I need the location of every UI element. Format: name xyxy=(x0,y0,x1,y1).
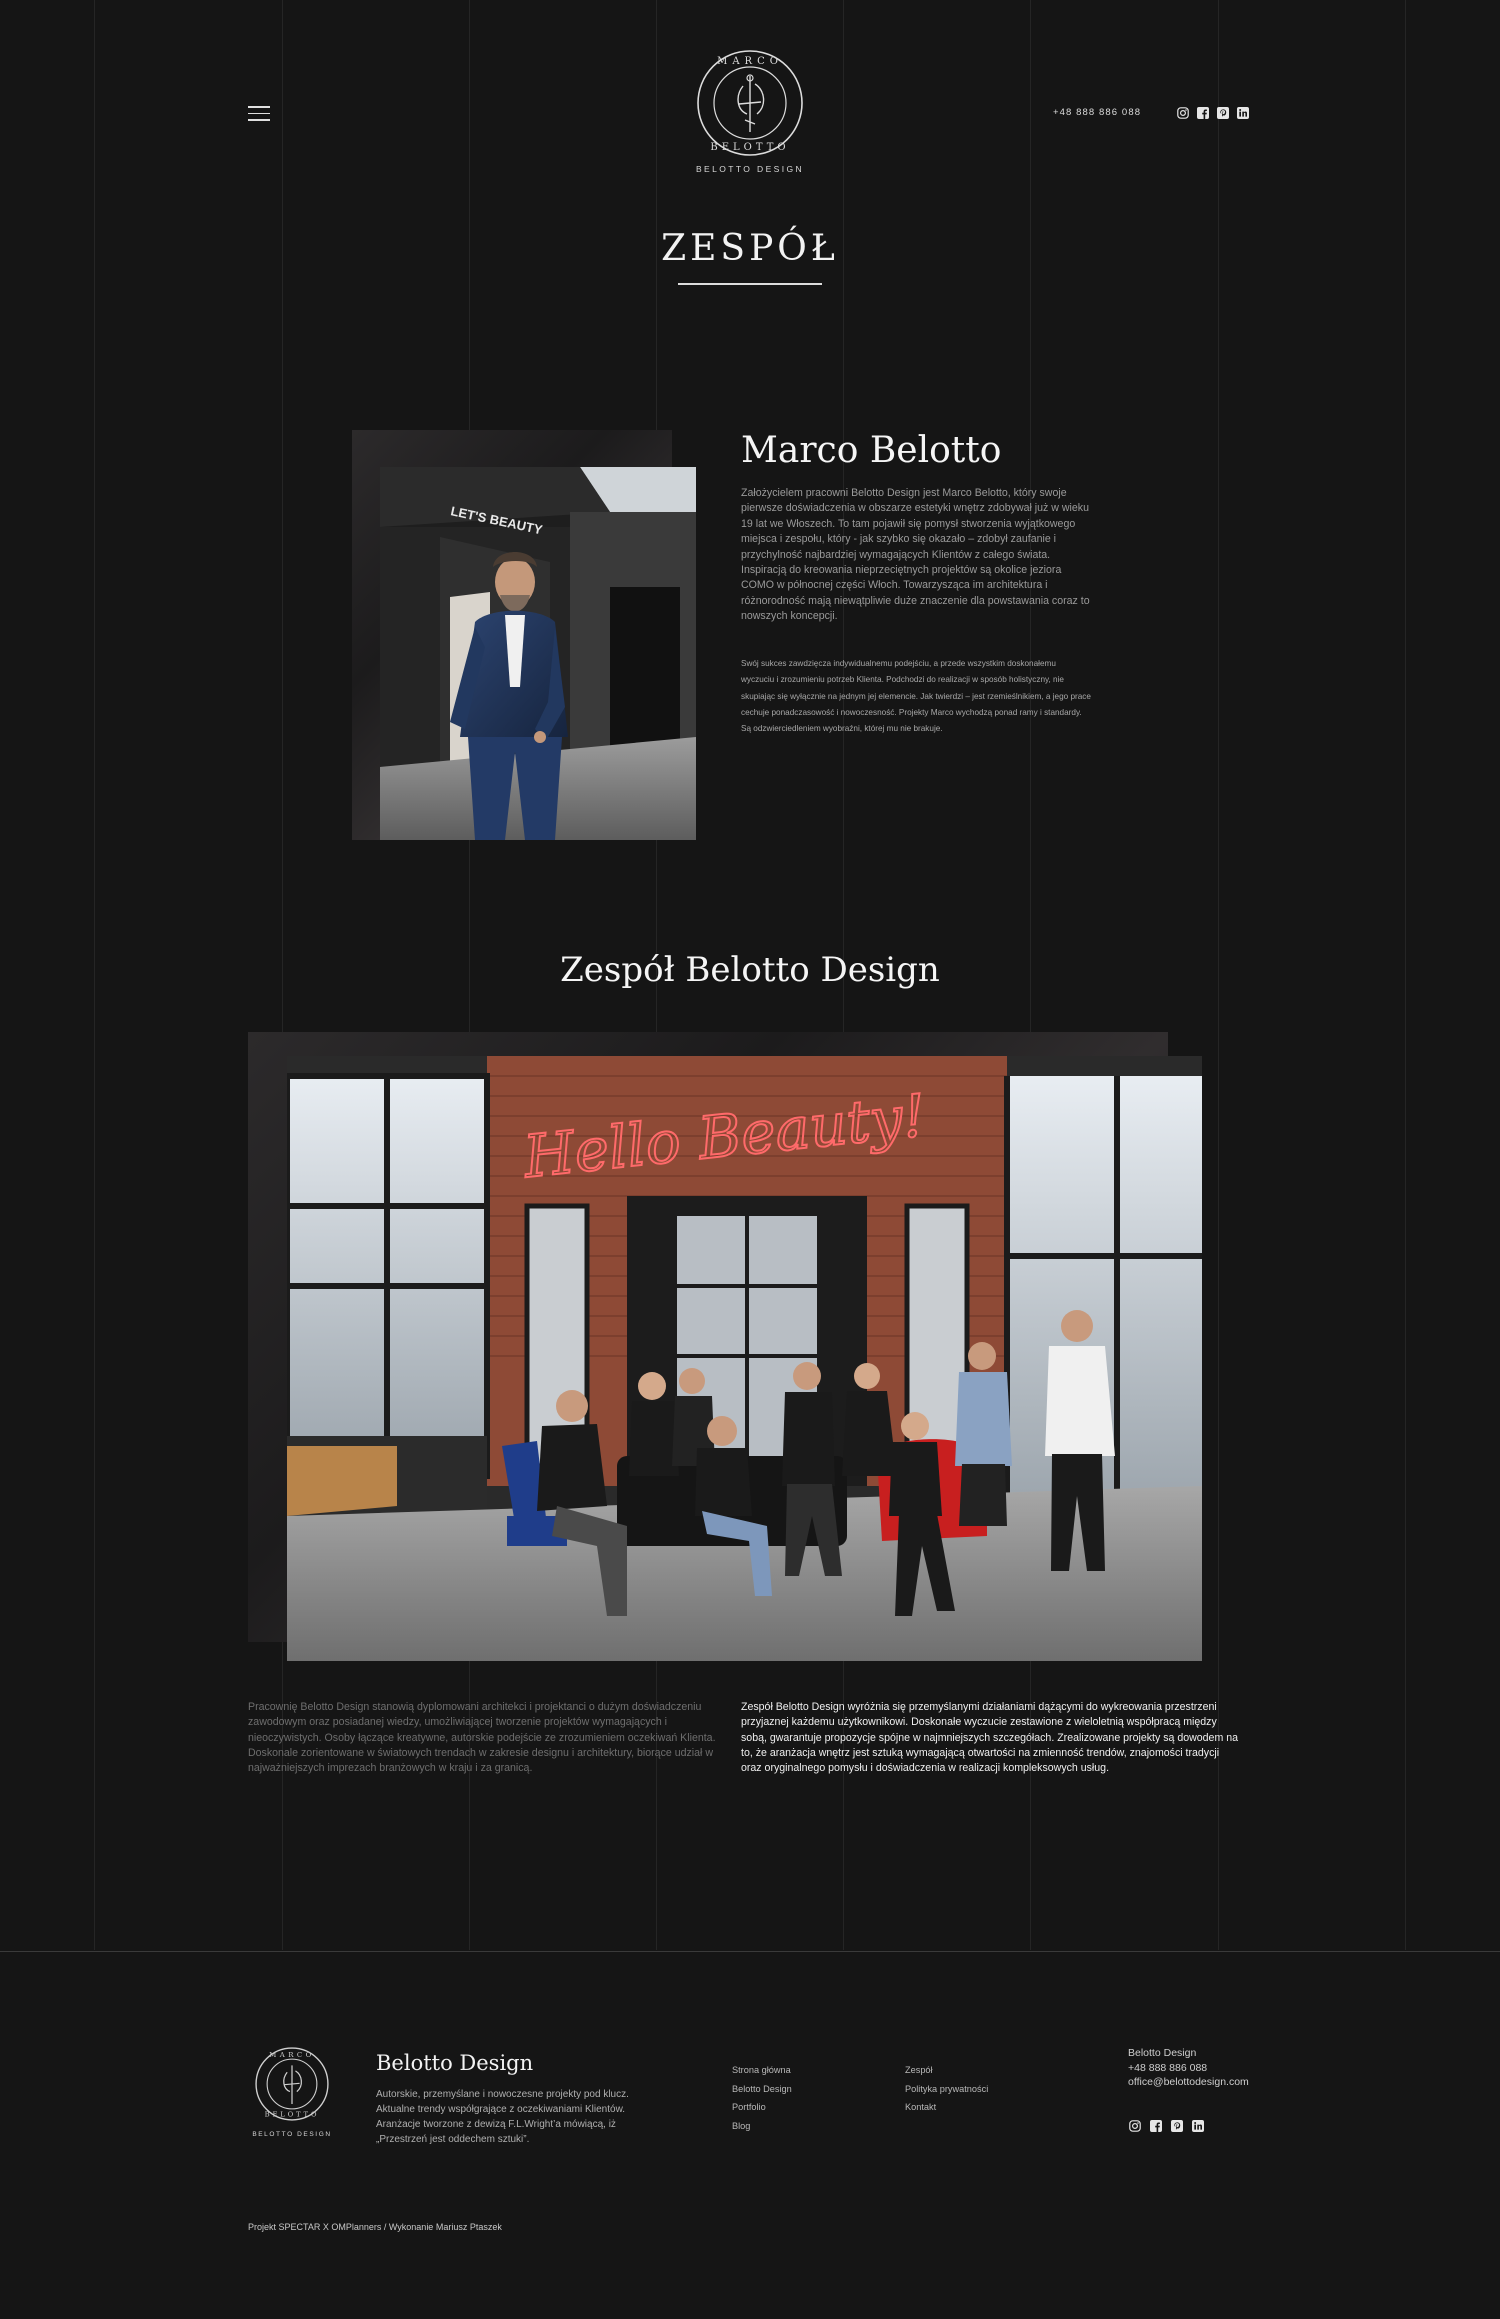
marco-heading: Marco Belotto xyxy=(741,430,1002,471)
footer-logo[interactable]: MARCO BELOTTO BELOTTO DESIGN xyxy=(252,2046,332,2138)
facebook-icon[interactable] xyxy=(1149,2119,1162,2132)
pinterest-icon[interactable] xyxy=(1170,2119,1183,2132)
footer-nav-column-2: Zespół Polityka prywatności Kontakt xyxy=(905,2061,988,2117)
menu-icon[interactable] xyxy=(248,106,270,122)
footer-link-contact[interactable]: Kontakt xyxy=(905,2098,988,2117)
marco-portrait-image: LET'S BEAUTY xyxy=(380,467,696,840)
svg-text:BELOTTO: BELOTTO xyxy=(710,142,789,153)
footer-link-team[interactable]: Zespół xyxy=(905,2061,988,2080)
footer-link-belotto-design[interactable]: Belotto Design xyxy=(732,2080,792,2099)
footer-link-home[interactable]: Strona główna xyxy=(732,2061,792,2080)
marco-bio-paragraph-2: Swój sukces zawdzięcza indywidualnemu po… xyxy=(741,659,1091,734)
pinterest-icon[interactable] xyxy=(1216,106,1229,119)
footer-credits: Projekt SPECTAR X OMPlanners / Wykonanie… xyxy=(248,2222,502,2232)
footer-nav-column-1: Strona główna Belotto Design Portfolio B… xyxy=(732,2061,792,2135)
footer-link-blog[interactable]: Blog xyxy=(732,2117,792,2136)
logo-emblem-icon: MARCO BELOTTO xyxy=(697,50,803,156)
footer-social-icons xyxy=(1128,2119,1204,2132)
logo-subtitle: BELOTTO DESIGN xyxy=(695,164,805,174)
footer-contact-email[interactable]: office@belottodesign.com xyxy=(1128,2075,1249,2090)
logo-subtitle: BELOTTO DESIGN xyxy=(252,2131,332,2138)
footer-divider xyxy=(0,1951,1500,1952)
page-title: ZESPÓŁ xyxy=(661,228,839,269)
header-social-icons xyxy=(1176,106,1249,119)
team-description-left: Pracownię Belotto Design stanowią dyplom… xyxy=(248,1701,716,1775)
marco-photo-block: LET'S BEAUTY xyxy=(352,430,696,840)
footer-description: Autorskie, przemyślane i nowoczesne proj… xyxy=(376,2089,629,2145)
title-underline xyxy=(678,283,822,285)
footer-contact-name: Belotto Design xyxy=(1128,2047,1197,2059)
linkedin-icon[interactable] xyxy=(1191,2119,1204,2132)
marco-bio-paragraph-1: Założycielem pracowni Belotto Design jes… xyxy=(741,487,1090,623)
svg-text:BELOTTO: BELOTTO xyxy=(265,2110,320,2118)
instagram-icon[interactable] xyxy=(1176,106,1189,119)
logo-emblem-icon: MARCO BELOTTO xyxy=(255,2047,329,2121)
header-logo[interactable]: MARCO BELOTTO BELOTTO DESIGN xyxy=(695,48,805,183)
footer-brand-title: Belotto Design xyxy=(376,2051,534,2075)
footer-link-portfolio[interactable]: Portfolio xyxy=(732,2098,792,2117)
header-phone[interactable]: +48 888 886 088 xyxy=(1053,107,1141,118)
svg-text:MARCO: MARCO xyxy=(717,56,783,67)
team-group-photo: Hello Beauty! xyxy=(287,1056,1202,1661)
facebook-icon[interactable] xyxy=(1196,106,1209,119)
footer-link-privacy[interactable]: Polityka prywatności xyxy=(905,2080,988,2099)
team-description-right: Zespół Belotto Design wyróżnia się przem… xyxy=(741,1701,1238,1775)
instagram-icon[interactable] xyxy=(1128,2119,1141,2132)
team-heading: Zespół Belotto Design xyxy=(560,950,940,990)
svg-text:MARCO: MARCO xyxy=(269,2051,314,2059)
linkedin-icon[interactable] xyxy=(1236,106,1249,119)
footer-contact-phone[interactable]: +48 888 886 088 xyxy=(1128,2061,1249,2076)
footer-contact: Belotto Design +48 888 886 088 office@be… xyxy=(1128,2046,1249,2090)
